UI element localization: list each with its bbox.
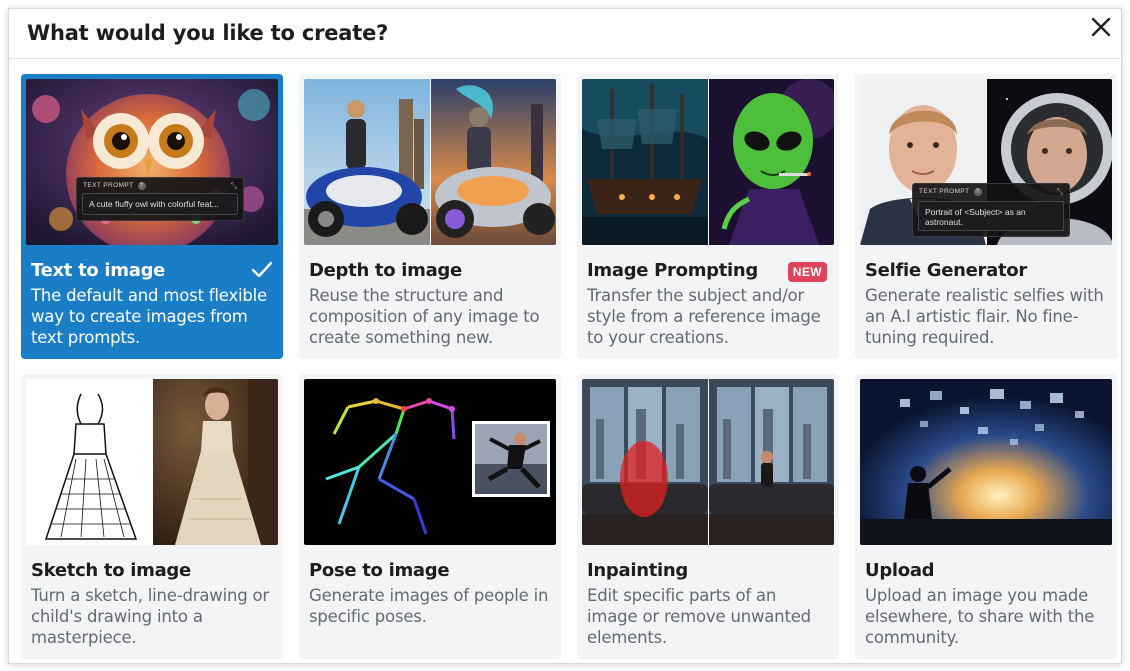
card-description: Generate images of people in specific po… [309, 586, 549, 626]
card-title: Depth to image [309, 260, 462, 281]
text-prompt-preview: TEXT PROMPT? ⤡ A cute fluffy owl with co… [76, 177, 244, 221]
card-description: Transfer the subject and/or style from a… [587, 286, 821, 347]
card-depth-to-image[interactable]: Depth to image Reuse the structure and c… [299, 74, 561, 359]
new-badge: NEW [787, 262, 827, 282]
card-image-prompting[interactable]: Image Prompting NEW Transfer the subject… [577, 74, 839, 359]
card-title: Selfie Generator [865, 260, 1027, 281]
selfie-generator-thumbnail: TEXT PROMPT? ⤡ Portrait of <Subject> as … [860, 79, 1112, 245]
card-description: Reuse the structure and composition of a… [309, 286, 540, 347]
text-prompt-preview: TEXT PROMPT? ⤡ Portrait of <Subject> as … [912, 183, 1070, 237]
card-pose-to-image[interactable]: Pose to image Generate images of people … [299, 374, 561, 659]
inpainting-thumbnail [582, 379, 834, 545]
card-description: Turn a sketch, line-drawing or child's d… [31, 586, 270, 647]
card-description: The default and most flexible way to cre… [31, 286, 268, 347]
card-title: Text to image [31, 260, 166, 281]
checkmark-icon [251, 261, 273, 278]
help-icon: ? [973, 188, 982, 196]
card-sketch-to-image[interactable]: Sketch to image Turn a sketch, line-draw… [21, 374, 283, 659]
pose-to-image-thumbnail [304, 379, 556, 545]
text-to-image-thumbnail: TEXT PROMPT? ⤡ A cute fluffy owl with co… [26, 79, 278, 245]
card-description: Generate realistic selfies with an A.I a… [865, 286, 1104, 347]
dialog-title: What would you like to create? [27, 21, 389, 45]
prompt-label: TEXT PROMPT [919, 188, 970, 195]
image-prompting-thumbnail [582, 79, 834, 245]
prompt-text: A cute fluffy owl with colorful feat... [82, 193, 238, 215]
card-description: Upload an image you made elsewhere, to s… [865, 586, 1095, 647]
create-dialog: What would you like to create? TEXT PROM… [8, 8, 1122, 664]
card-inpainting[interactable]: Inpainting Edit specific parts of an ima… [577, 374, 839, 659]
collapse-icon: ⤡ [1056, 187, 1063, 196]
close-button[interactable] [1087, 13, 1115, 41]
card-title: Image Prompting [587, 260, 759, 281]
card-title: Upload [865, 560, 935, 581]
card-description: Edit specific parts of an image or remov… [587, 586, 811, 647]
upload-thumbnail [860, 379, 1112, 545]
dialog-header: What would you like to create? [9, 9, 1121, 59]
card-title: Pose to image [309, 560, 450, 581]
card-text-to-image[interactable]: TEXT PROMPT? ⤡ A cute fluffy owl with co… [21, 74, 283, 359]
card-selfie-generator[interactable]: TEXT PROMPT? ⤡ Portrait of <Subject> as … [855, 74, 1117, 359]
collapse-icon: ⤡ [230, 181, 237, 190]
prompt-label: TEXT PROMPT [83, 182, 134, 189]
depth-to-image-thumbnail [304, 79, 556, 245]
card-title: Inpainting [587, 560, 689, 581]
help-icon: ? [137, 182, 146, 190]
card-title: Sketch to image [31, 560, 191, 581]
prompt-text: Portrait of <Subject> as an astronaut. [918, 201, 1064, 231]
sketch-to-image-thumbnail [26, 379, 278, 545]
close-icon [1091, 17, 1111, 37]
card-upload[interactable]: Upload Upload an image you made elsewher… [855, 374, 1117, 659]
